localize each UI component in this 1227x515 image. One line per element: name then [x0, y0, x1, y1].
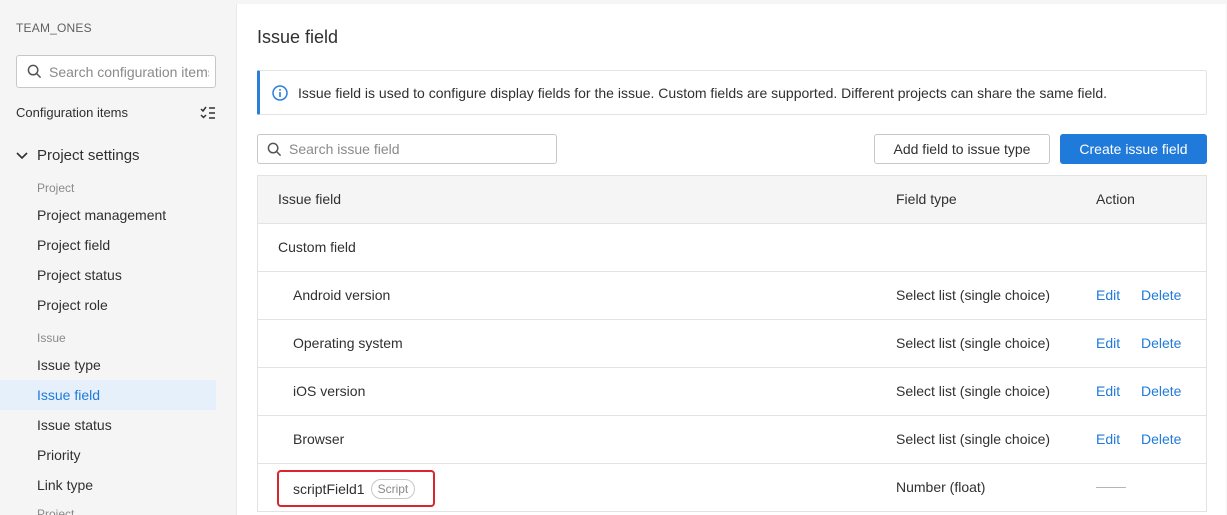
nav-project-field[interactable]: Project field	[0, 230, 216, 260]
no-action-dash	[1096, 487, 1126, 488]
project-settings-group[interactable]: Project settings	[16, 147, 140, 164]
field-name: Operating system	[293, 335, 403, 351]
group-row-custom-field: Custom field	[258, 224, 1206, 272]
page-title: Issue field	[257, 27, 339, 47]
script-badge: Script	[370, 478, 416, 499]
config-items-header: Configuration items	[16, 105, 216, 120]
main-panel: Issue field Issue field is used to confi…	[236, 4, 1226, 515]
issue-field-table: Issue field Field type Action Custom fie…	[257, 175, 1207, 512]
section-label-issue: Issue	[37, 331, 66, 345]
edit-link[interactable]: Edit	[1096, 320, 1120, 367]
edit-link[interactable]: Edit	[1096, 416, 1120, 463]
table-row-script-field: scriptField1 Script Number (float)	[258, 464, 1206, 512]
sort-list-icon[interactable]	[200, 106, 216, 120]
add-field-to-issue-type-button[interactable]: Add field to issue type	[874, 134, 1050, 164]
field-type: Select list (single choice)	[896, 335, 1051, 351]
info-icon	[272, 84, 288, 101]
highlight-box: scriptField1 Script	[277, 470, 435, 507]
config-items-label: Configuration items	[16, 105, 128, 120]
header-field-type: Field type	[896, 191, 957, 207]
section-label-project-2: Project	[37, 507, 75, 515]
nav-issue-field[interactable]: Issue field	[0, 380, 216, 410]
nav-issue-type[interactable]: Issue type	[0, 350, 216, 380]
info-banner: Issue field is used to configure display…	[257, 70, 1207, 115]
table-row: Operating system Select list (single cho…	[258, 320, 1206, 368]
nav-priority[interactable]: Priority	[0, 440, 216, 470]
nav-project-management[interactable]: Project management	[0, 200, 216, 230]
group-label: Project settings	[37, 147, 140, 164]
chevron-down-icon	[16, 151, 28, 159]
delete-link[interactable]: Delete	[1141, 272, 1181, 319]
config-search-input[interactable]	[49, 63, 209, 80]
nav-link-type[interactable]: Link type	[0, 470, 216, 500]
sidebar: TEAM_ONES Configuration items Project se…	[0, 0, 236, 515]
create-issue-field-button[interactable]: Create issue field	[1060, 134, 1207, 164]
header-issue-field: Issue field	[278, 191, 342, 207]
issue-field-search[interactable]	[257, 134, 557, 164]
field-type: Select list (single choice)	[896, 383, 1051, 399]
table-row: Browser Select list (single choice) Edit…	[258, 416, 1206, 464]
header-action: Action	[1096, 191, 1135, 207]
nav-project-status[interactable]: Project status	[0, 260, 216, 290]
section-label-project: Project	[37, 181, 75, 195]
field-name: Android version	[293, 287, 391, 303]
search-icon	[27, 64, 42, 79]
config-search-field[interactable]	[16, 55, 216, 88]
field-type: Select list (single choice)	[896, 287, 1051, 303]
delete-link[interactable]: Delete	[1141, 416, 1181, 463]
info-text: Issue field is used to configure display…	[298, 84, 1108, 101]
table-header-row: Issue field Field type Action	[258, 176, 1206, 224]
delete-link[interactable]: Delete	[1141, 368, 1181, 415]
edit-link[interactable]: Edit	[1096, 272, 1120, 319]
issue-field-search-input[interactable]	[289, 141, 549, 157]
field-type: Number (float)	[896, 479, 986, 495]
team-name: TEAM_ONES	[16, 21, 92, 35]
search-icon	[267, 142, 282, 156]
field-name: Browser	[293, 431, 345, 447]
edit-link[interactable]: Edit	[1096, 368, 1120, 415]
group-label: Custom field	[278, 239, 356, 255]
table-row: iOS version Select list (single choice) …	[258, 368, 1206, 416]
delete-link[interactable]: Delete	[1141, 320, 1181, 367]
field-name: iOS version	[293, 383, 366, 399]
field-name: scriptField1	[293, 480, 365, 497]
nav-project-role[interactable]: Project role	[0, 290, 216, 320]
field-type: Select list (single choice)	[896, 431, 1051, 447]
table-row: Android version Select list (single choi…	[258, 272, 1206, 320]
nav-issue-status[interactable]: Issue status	[0, 410, 216, 440]
